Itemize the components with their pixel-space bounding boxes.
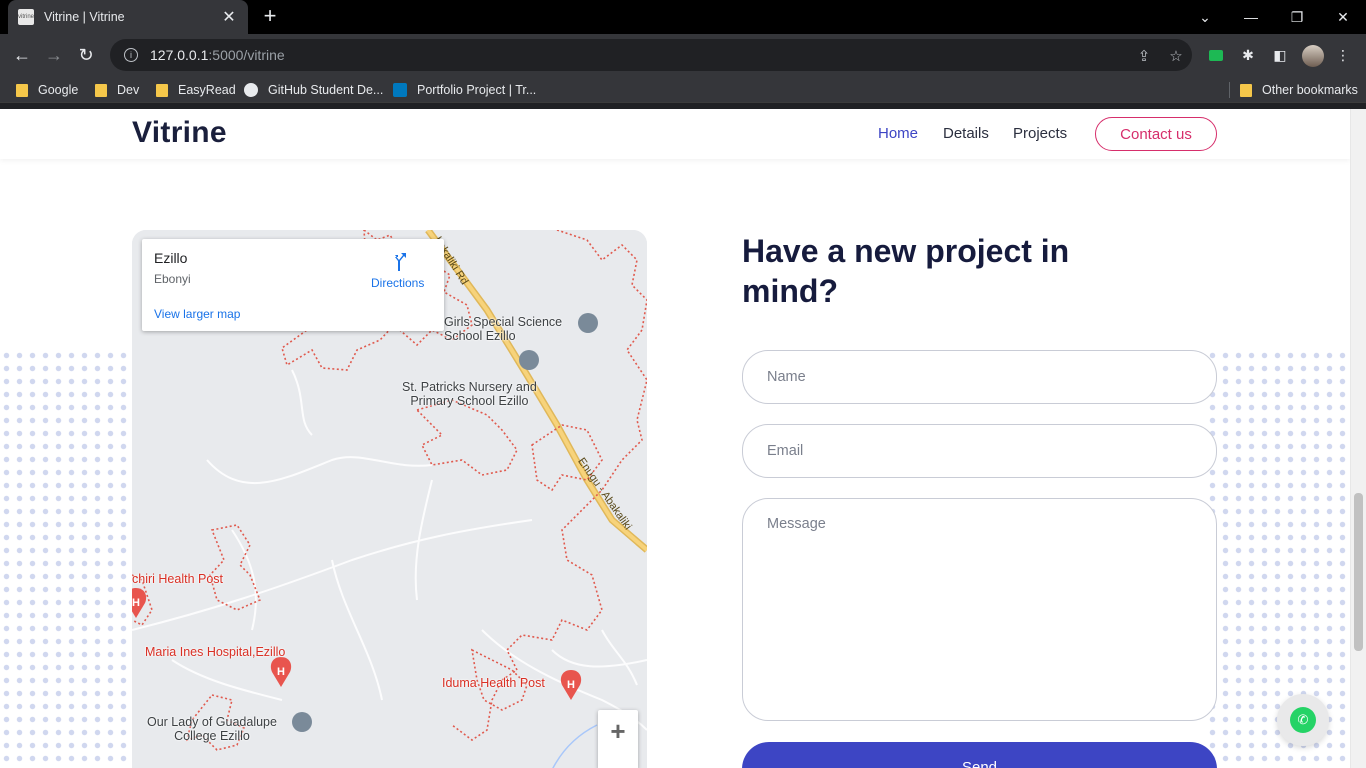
map-label-girls-school: Girls Special Science School Ezillo (444, 315, 563, 343)
browser-tab[interactable]: vitrine Vitrine | Vitrine ✕ (8, 0, 248, 34)
svg-text:H: H (132, 597, 140, 609)
side-panel-icon[interactable]: ◧ (1271, 46, 1289, 64)
whatsapp-icon: ✆ (1290, 707, 1316, 733)
trello-icon (393, 83, 407, 97)
extensions-puzzle-icon[interactable]: ✱ (1239, 46, 1257, 64)
send-button[interactable]: Send (742, 742, 1217, 768)
address-bar[interactable]: i 127.0.0.1:5000/vitrine ⇪ ☆ (110, 39, 1192, 71)
map-label-health-post-left: chiri Health Post (132, 572, 224, 586)
page-scrollbar[interactable] (1350, 109, 1366, 768)
nav-projects[interactable]: Projects (1013, 125, 1067, 142)
bookmark-dev[interactable]: Dev (95, 82, 139, 98)
bookmark-github-student[interactable]: GitHub Student De... (244, 82, 383, 98)
site-logo[interactable]: Vitrine (132, 116, 227, 150)
reload-icon[interactable]: ↻ (74, 43, 98, 67)
extension-green-icon[interactable] (1207, 46, 1225, 64)
map-label-st-patricks: St. Patricks Nursery and Primary School … (402, 380, 537, 408)
contact-us-button[interactable]: Contact us (1095, 117, 1217, 151)
bookmark-easyread[interactable]: EasyRead (156, 82, 236, 98)
map-label-our-lady: Our Lady of Guadalupe College Ezillo (147, 715, 277, 743)
bookmarks-divider (1229, 82, 1230, 98)
tab-title: Vitrine | Vitrine (44, 10, 125, 24)
bookmarks-bar: Google Dev EasyRead GitHub Student De...… (0, 76, 1366, 103)
whatsapp-button[interactable]: ✆ (1277, 694, 1329, 746)
folder-icon (95, 83, 107, 97)
back-arrow-icon[interactable]: ← (10, 43, 34, 67)
svg-text:H: H (567, 679, 575, 691)
tab-strip: vitrine Vitrine | Vitrine ✕ + ⌄ — ❐ ✕ (0, 0, 1366, 34)
map-label-maria-ines: Maria Ines Hospital,Ezillo (145, 645, 286, 659)
nav-home[interactable]: Home (878, 125, 918, 142)
bookmark-label: Other bookmarks (1262, 83, 1358, 97)
map-place-region: Ebonyi (154, 272, 191, 286)
site-header: Vitrine Home Details Projects Contact us (0, 109, 1350, 159)
message-placeholder: Message (767, 516, 826, 532)
site-info-icon[interactable]: i (124, 48, 138, 62)
dot-pattern-left (0, 349, 140, 768)
share-icon[interactable]: ⇪ (1135, 47, 1153, 65)
form-heading: Have a new project in mind? (742, 233, 1070, 309)
bookmark-other[interactable]: Other bookmarks (1240, 82, 1358, 98)
close-tab-icon[interactable]: ✕ (220, 7, 238, 27)
dot-pattern-right (1206, 349, 1350, 768)
restore-icon[interactable]: ❐ (1274, 0, 1320, 34)
email-placeholder: Email (767, 443, 804, 459)
view-larger-map-link[interactable]: View larger map (154, 307, 240, 321)
email-input[interactable]: Email (742, 424, 1217, 478)
close-window-icon[interactable]: ✕ (1320, 0, 1366, 34)
bookmark-google[interactable]: Google (16, 82, 78, 98)
directions-icon[interactable] (389, 252, 409, 272)
bookmark-portfolio-project[interactable]: Portfolio Project | Tr... (393, 82, 536, 98)
bookmark-label: Google (38, 83, 79, 97)
bookmark-label: GitHub Student De... (268, 83, 384, 97)
map-label-iduma: Iduma Health Post (442, 676, 545, 690)
embedded-map[interactable]: H H H Girls Special Science School Ezill… (132, 230, 647, 768)
name-placeholder: Name (767, 369, 806, 385)
browser-menu-icon[interactable]: ⋮ (1334, 46, 1352, 64)
url-path: :5000/vitrine (208, 47, 285, 63)
directions-link[interactable]: Directions (371, 276, 424, 290)
profile-avatar[interactable] (1302, 45, 1324, 67)
browser-toolbar: ← → ↻ i 127.0.0.1:5000/vitrine ⇪ ☆ ✱ ◧ ⋮ (0, 34, 1366, 76)
new-tab-icon[interactable]: + (258, 5, 282, 29)
bookmark-star-icon[interactable]: ☆ (1167, 47, 1185, 65)
tab-search-chevron-icon[interactable]: ⌄ (1182, 0, 1228, 34)
github-icon (244, 83, 258, 97)
bookmark-label: Dev (117, 83, 140, 97)
bookmark-label: Portfolio Project | Tr... (417, 83, 537, 97)
folder-icon (16, 83, 28, 97)
map-place-card: Ezillo Ebonyi View larger map Directions (142, 239, 444, 331)
url-host: 127.0.0.1 (150, 47, 209, 63)
message-textarea[interactable]: Message (742, 498, 1217, 721)
page-viewport: Vitrine Home Details Projects Contact us (0, 109, 1366, 768)
map-place-name: Ezillo (154, 250, 188, 266)
nav-details[interactable]: Details (943, 125, 989, 142)
folder-icon (156, 83, 168, 97)
browser-chrome: vitrine Vitrine | Vitrine ✕ + ⌄ — ❐ ✕ ← … (0, 0, 1366, 109)
zoom-in-icon: + (610, 716, 626, 746)
map-zoom-in-button[interactable]: + (598, 710, 638, 768)
name-input[interactable]: Name (742, 350, 1217, 404)
bookmark-label: EasyRead (178, 83, 236, 97)
folder-icon (1240, 83, 1252, 97)
forward-arrow-icon[interactable]: → (42, 43, 66, 67)
scrollbar-thumb[interactable] (1354, 493, 1363, 651)
site-favicon-icon: vitrine (18, 9, 34, 25)
minimize-icon[interactable]: — (1228, 0, 1274, 34)
svg-text:H: H (277, 666, 285, 678)
